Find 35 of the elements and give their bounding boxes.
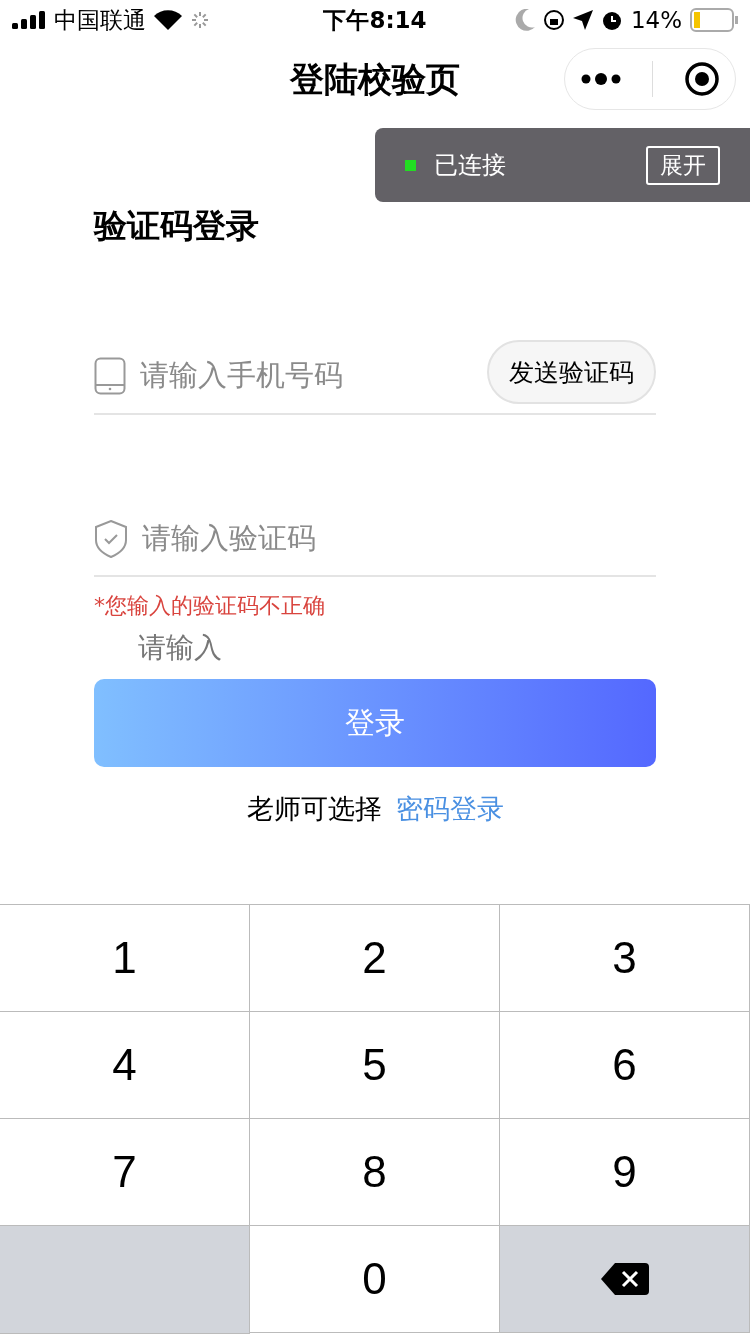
keypad-key[interactable]: 0: [250, 1226, 500, 1333]
backspace-icon: [600, 1263, 649, 1295]
shield-check-icon: [94, 520, 128, 558]
wifi-icon: [154, 10, 182, 30]
keypad-key[interactable]: 7: [0, 1119, 250, 1226]
login-heading: 验证码登录: [94, 205, 259, 247]
hint-text: 请输入: [138, 630, 222, 666]
keypad-key[interactable]: 9: [500, 1119, 750, 1226]
connection-status: 已连接: [434, 150, 507, 181]
more-icon[interactable]: [580, 73, 621, 85]
backspace-key[interactable]: [500, 1226, 750, 1333]
moon-icon: [514, 9, 535, 31]
keypad-key[interactable]: 1: [0, 905, 250, 1012]
signal-icon: [12, 11, 46, 29]
keypad-key[interactable]: 2: [250, 905, 500, 1012]
alarm-icon: [600, 9, 623, 31]
error-message: *您输入的验证码不正确: [94, 592, 325, 620]
phone-icon: [94, 357, 126, 395]
status-time: 下午8:14: [323, 5, 427, 35]
carrier-name: 中国联通: [54, 5, 146, 35]
rotation-lock-icon: [542, 9, 565, 31]
battery-percent: 14%: [630, 7, 682, 33]
keypad-key[interactable]: 5: [250, 1012, 500, 1119]
keypad-key[interactable]: 8: [250, 1119, 500, 1226]
close-icon[interactable]: [685, 62, 720, 96]
location-icon: [572, 10, 593, 30]
keypad-key[interactable]: 4: [0, 1012, 250, 1119]
keypad-key[interactable]: 3: [500, 905, 750, 1012]
keypad-key[interactable]: 6: [500, 1012, 750, 1119]
expand-button[interactable]: 展开: [646, 145, 720, 185]
loading-icon: [190, 10, 210, 30]
send-code-button[interactable]: 发送验证码: [487, 340, 656, 404]
alt-login-text: 老师可选择: [246, 792, 382, 826]
page-title: 登陆校验页: [290, 58, 460, 101]
battery-icon: [690, 8, 738, 32]
